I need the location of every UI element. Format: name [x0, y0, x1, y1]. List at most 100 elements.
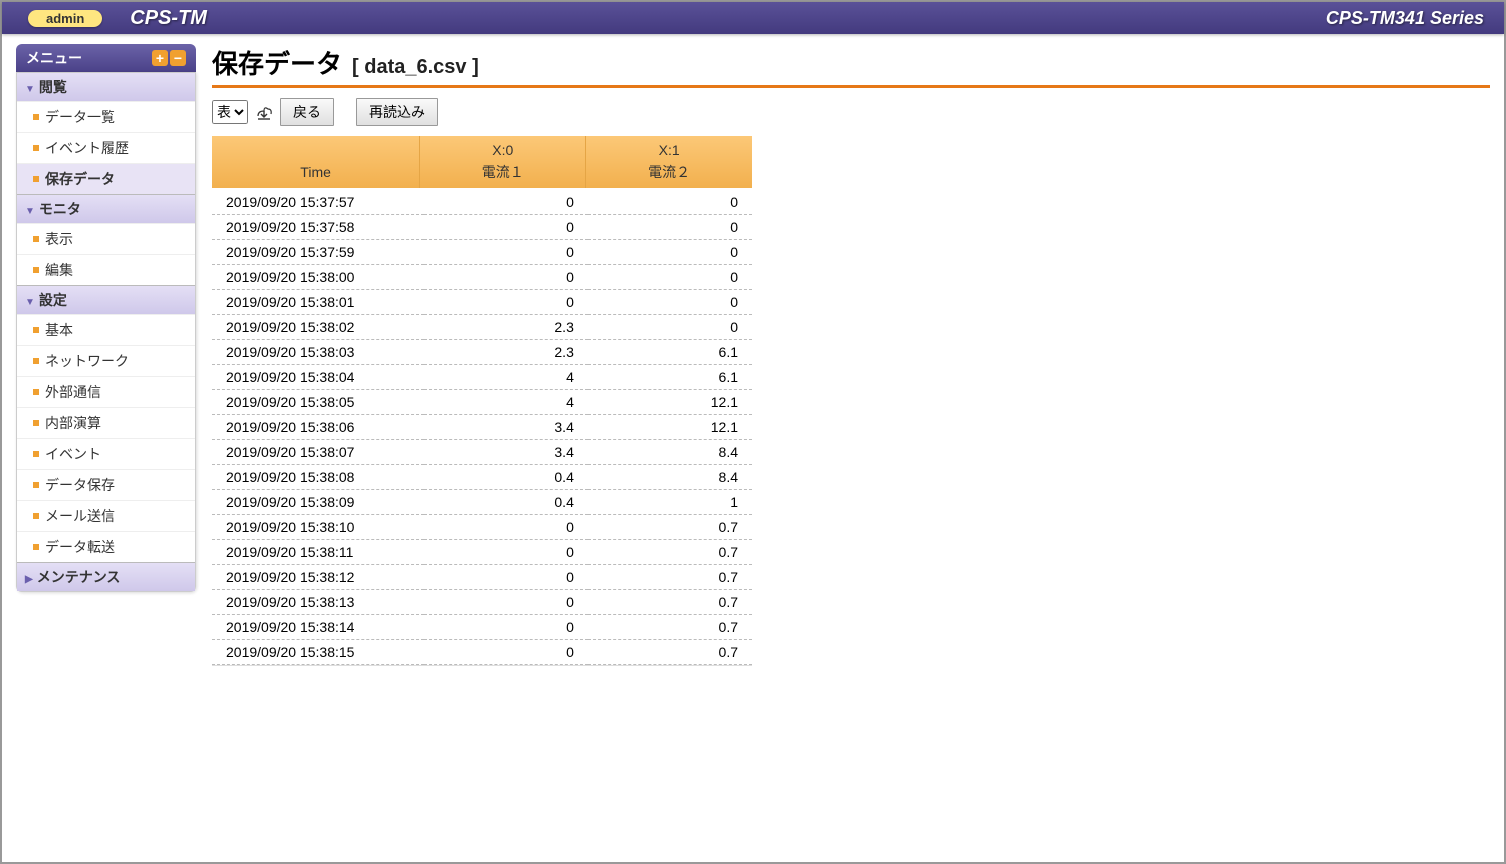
cell-value: 0.7 — [588, 590, 752, 615]
cell-value: 0 — [588, 240, 752, 265]
cell-value: 12.1 — [588, 415, 752, 440]
menu-header: メニュー + − — [16, 44, 196, 72]
cell-time: 2019/09/20 15:38:08 — [212, 465, 424, 490]
menu-group-header[interactable]: メンテナンス — [17, 562, 195, 591]
expand-all-icon[interactable]: + — [152, 50, 168, 66]
cell-value: 0.4 — [424, 490, 588, 515]
menu: 閲覧データ一覧イベント履歴保存データモニタ表示編集設定基本ネットワーク外部通信内… — [16, 72, 196, 592]
menu-title: メニュー — [26, 48, 82, 68]
cell-value: 3.4 — [424, 440, 588, 465]
table-row: 2019/09/20 15:37:5700 — [212, 188, 752, 215]
cell-value: 2.3 — [424, 315, 588, 340]
table-row: 2019/09/20 15:38:063.412.1 — [212, 415, 752, 440]
cell-value: 0 — [424, 265, 588, 290]
cell-value: 0 — [424, 615, 588, 640]
menu-item[interactable]: データ転送 — [17, 531, 195, 562]
table-scroll[interactable]: 2019/09/20 15:37:57002019/09/20 15:37:58… — [212, 188, 752, 666]
cell-value: 0 — [424, 590, 588, 615]
table-row: 2019/09/20 15:38:032.36.1 — [212, 340, 752, 365]
page-subtitle: [ data_6.csv ] — [352, 56, 479, 79]
cell-time: 2019/09/20 15:38:09 — [212, 490, 424, 515]
cell-value: 6.1 — [588, 340, 752, 365]
cell-value: 8.4 — [588, 465, 752, 490]
cell-value: 0 — [424, 565, 588, 590]
cell-time: 2019/09/20 15:38:01 — [212, 290, 424, 315]
cell-time: 2019/09/20 15:37:57 — [212, 188, 424, 215]
cell-value: 0 — [424, 240, 588, 265]
table-row: 2019/09/20 15:38:0446.1 — [212, 365, 752, 390]
cell-time: 2019/09/20 15:38:00 — [212, 265, 424, 290]
menu-item[interactable]: ネットワーク — [17, 345, 195, 376]
table-row: 2019/09/20 15:38:1500.7 — [212, 640, 752, 665]
table-row: 2019/09/20 15:38:1400.7 — [212, 615, 752, 640]
toolbar: 表 戻る 再読込み — [212, 98, 1490, 126]
cell-value: 0.7 — [588, 540, 752, 565]
table-row: 2019/09/20 15:38:1000.7 — [212, 515, 752, 540]
cell-time: 2019/09/20 15:38:14 — [212, 615, 424, 640]
cell-value: 0.7 — [588, 615, 752, 640]
cell-value: 8.4 — [588, 440, 752, 465]
cell-value: 0 — [588, 188, 752, 215]
collapse-all-icon[interactable]: − — [170, 50, 186, 66]
cell-value: 0 — [588, 290, 752, 315]
app-header: admin CPS-TM CPS-TM341 Series — [2, 2, 1504, 34]
cell-time: 2019/09/20 15:38:03 — [212, 340, 424, 365]
cell-value: 0 — [424, 640, 588, 665]
cell-value: 0.4 — [424, 465, 588, 490]
menu-group-header[interactable]: 閲覧 — [17, 73, 195, 101]
cell-time: 2019/09/20 15:38:05 — [212, 390, 424, 415]
menu-item[interactable]: 基本 — [17, 314, 195, 345]
menu-item[interactable]: データ保存 — [17, 469, 195, 500]
cell-value: 0 — [588, 265, 752, 290]
reload-button[interactable]: 再読込み — [356, 98, 438, 126]
table-row: 2019/09/20 15:38:080.48.4 — [212, 465, 752, 490]
menu-item[interactable]: 表示 — [17, 223, 195, 254]
column-header: Time — [212, 136, 420, 188]
page-title: 保存データ — [212, 44, 342, 81]
back-button[interactable]: 戻る — [280, 98, 334, 126]
cell-time: 2019/09/20 15:38:11 — [212, 540, 424, 565]
cell-time: 2019/09/20 15:38:06 — [212, 415, 424, 440]
cell-value: 2.3 — [424, 340, 588, 365]
menu-item[interactable]: データ一覧 — [17, 101, 195, 132]
menu-group-header[interactable]: モニタ — [17, 194, 195, 223]
table-row: 2019/09/20 15:38:05412.1 — [212, 390, 752, 415]
cell-value: 3.4 — [424, 415, 588, 440]
cell-time: 2019/09/20 15:37:59 — [212, 240, 424, 265]
cell-value: 0.7 — [588, 640, 752, 665]
download-icon[interactable] — [254, 102, 274, 122]
table-row: 2019/09/20 15:38:022.30 — [212, 315, 752, 340]
table-row: 2019/09/20 15:37:5800 — [212, 215, 752, 240]
cell-value: 12.1 — [588, 390, 752, 415]
cell-time: 2019/09/20 15:38:15 — [212, 640, 424, 665]
cell-time: 2019/09/20 15:38:10 — [212, 515, 424, 540]
menu-item[interactable]: 外部通信 — [17, 376, 195, 407]
menu-item[interactable]: 編集 — [17, 254, 195, 285]
cell-value: 0 — [424, 290, 588, 315]
brand-title: CPS-TM — [130, 7, 207, 30]
cell-value: 0 — [424, 515, 588, 540]
page-title-row: 保存データ [ data_6.csv ] — [212, 44, 1490, 88]
menu-group-header[interactable]: 設定 — [17, 285, 195, 314]
admin-badge[interactable]: admin — [28, 10, 102, 27]
cell-time: 2019/09/20 15:38:04 — [212, 365, 424, 390]
table-row: 2019/09/20 15:38:073.48.4 — [212, 440, 752, 465]
menu-item[interactable]: メール送信 — [17, 500, 195, 531]
cell-value: 0 — [588, 315, 752, 340]
cell-value: 6.1 — [588, 365, 752, 390]
series-label: CPS-TM341 Series — [1326, 8, 1484, 29]
menu-item[interactable]: イベント履歴 — [17, 132, 195, 163]
menu-item[interactable]: 保存データ — [17, 163, 195, 194]
menu-item[interactable]: 内部演算 — [17, 407, 195, 438]
table-row: 2019/09/20 15:38:090.41 — [212, 490, 752, 515]
cell-value: 0 — [424, 188, 588, 215]
cell-value: 1 — [588, 490, 752, 515]
cell-time: 2019/09/20 15:37:58 — [212, 215, 424, 240]
view-select[interactable]: 表 — [212, 100, 248, 124]
cell-time: 2019/09/20 15:38:12 — [212, 565, 424, 590]
cell-value: 4 — [424, 390, 588, 415]
data-table: TimeX:0電流１X:1電流２ 2019/09/20 15:37:570020… — [212, 136, 752, 666]
cell-time: 2019/09/20 15:38:02 — [212, 315, 424, 340]
table-row: 2019/09/20 15:38:1200.7 — [212, 565, 752, 590]
menu-item[interactable]: イベント — [17, 438, 195, 469]
